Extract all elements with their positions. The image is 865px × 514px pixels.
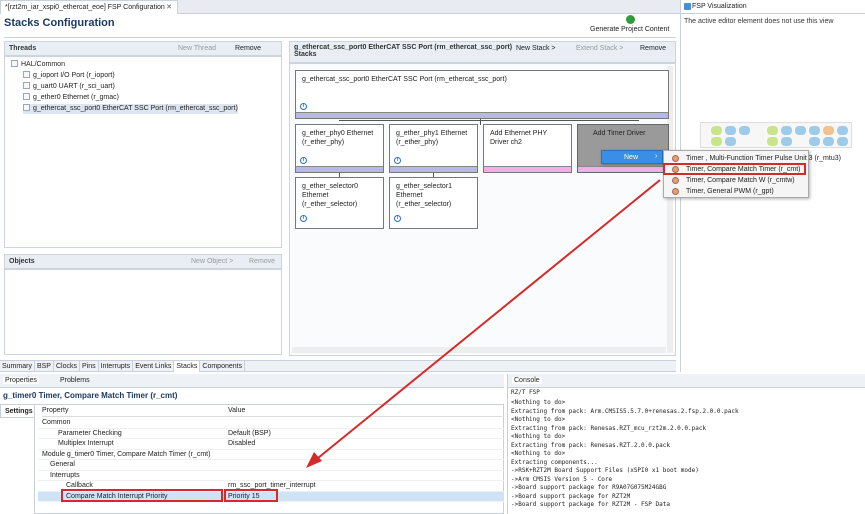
arrow-line [317, 179, 661, 459]
arrow-head [306, 452, 322, 468]
annotation-arrow [306, 179, 661, 468]
